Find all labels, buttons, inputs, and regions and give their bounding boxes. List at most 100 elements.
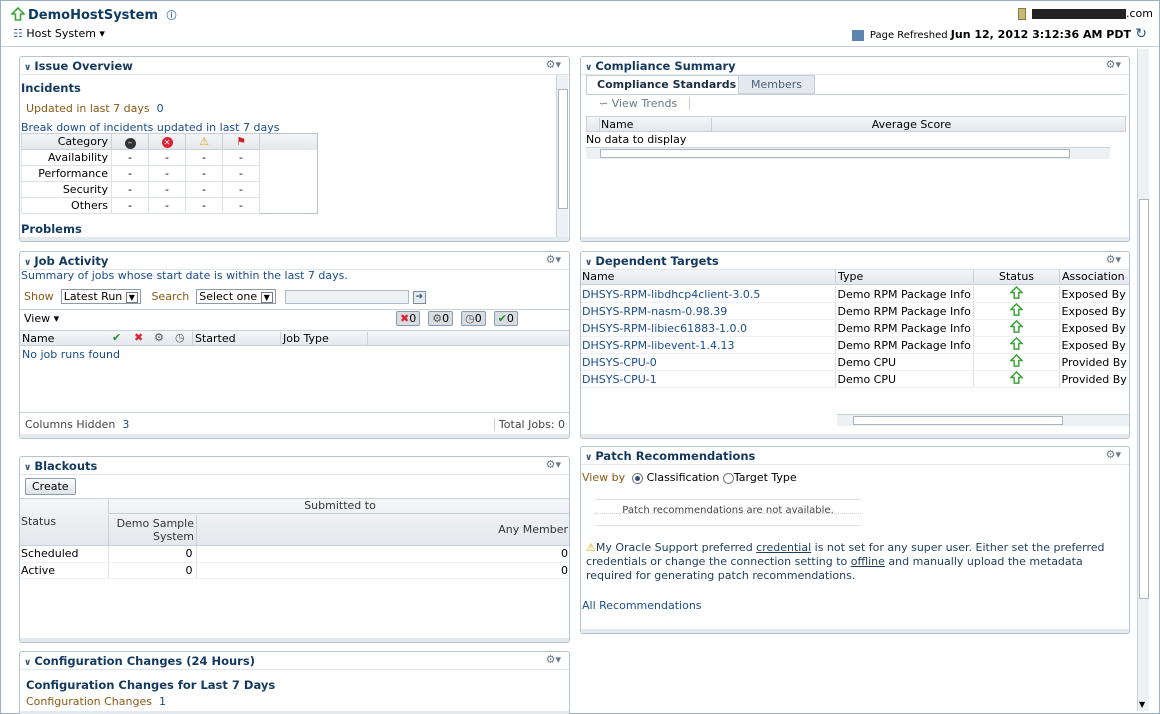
col-started[interactable]: Started xyxy=(192,332,280,345)
blackout-demo-count[interactable]: 0 xyxy=(107,546,196,563)
dependent-row[interactable]: DHSYS-CPU-0 Demo CPU Provided By xyxy=(581,353,1129,371)
search-select[interactable]: Select one ▼ xyxy=(196,289,276,304)
target-name-link[interactable]: DHSYS-CPU-1 xyxy=(581,370,835,388)
blackout-any-count[interactable]: 0 xyxy=(195,562,569,579)
page-title[interactable]: DemoHostSystem ⓘ xyxy=(28,7,177,23)
col-status[interactable]: Status xyxy=(21,515,56,528)
col-job-type[interactable]: Job Type xyxy=(280,332,368,345)
offline-link[interactable]: offline xyxy=(851,555,885,568)
col-demo-sample-system[interactable]: Demo Sample System xyxy=(108,515,196,547)
success-count-button[interactable]: ✔0 xyxy=(493,311,518,326)
flag-icon: ⚑ xyxy=(222,133,260,150)
updated-count[interactable]: 0 xyxy=(157,102,164,115)
status-up-icon[interactable] xyxy=(972,353,1059,371)
incident-count[interactable]: - xyxy=(111,197,149,214)
config-count[interactable]: 1 xyxy=(159,695,166,708)
collapse-icon[interactable]: ∨ xyxy=(24,463,31,473)
col-type[interactable]: Type xyxy=(835,270,863,283)
incident-count[interactable]: - xyxy=(111,181,149,198)
tab-compliance-standards[interactable]: Compliance Standards xyxy=(586,75,748,94)
credential-link[interactable]: credential xyxy=(756,541,811,554)
incident-count[interactable]: - xyxy=(148,165,186,182)
job-summary: Summary of jobs whose start date is with… xyxy=(21,269,348,282)
collapse-icon[interactable]: ∨ xyxy=(585,453,592,463)
go-arrow-icon[interactable]: ➜ xyxy=(412,290,426,304)
status-up-icon[interactable] xyxy=(972,302,1059,320)
status-up-icon[interactable] xyxy=(972,319,1059,337)
incident-count[interactable]: - xyxy=(148,149,186,166)
gear-icon[interactable]: ⚙▾ xyxy=(1106,58,1121,71)
incident-count[interactable]: - xyxy=(111,149,149,166)
show-select[interactable]: Latest Run ▼ xyxy=(60,289,141,304)
search-input[interactable] xyxy=(285,290,410,304)
target-name-link[interactable]: DHSYS-CPU-0 xyxy=(581,353,835,371)
suspended-count-button[interactable]: ⚙0 xyxy=(428,311,454,326)
page-scrollbar[interactable]: ▼ xyxy=(1137,49,1149,711)
show-label: Show xyxy=(24,290,54,303)
host-system-menu[interactable]: ☷ Host System ▾ xyxy=(13,27,105,40)
blackout-any-count[interactable]: 0 xyxy=(195,546,569,563)
collapse-icon[interactable]: ∨ xyxy=(585,258,592,268)
incident-count[interactable]: - xyxy=(111,165,149,182)
col-name[interactable]: Name xyxy=(582,270,614,283)
col-name[interactable]: Name xyxy=(599,118,711,131)
incident-category: Security xyxy=(21,181,112,198)
col-average-score[interactable]: Average Score xyxy=(711,118,1111,131)
col-name[interactable]: Name xyxy=(22,332,54,345)
collapse-icon[interactable]: ∨ xyxy=(585,63,592,73)
incident-count[interactable]: - xyxy=(222,149,260,166)
col-any-member[interactable]: Any Member xyxy=(196,515,569,547)
gear-icon[interactable]: ⚙▾ xyxy=(546,253,561,266)
issue-scrollbar[interactable] xyxy=(556,75,568,237)
incident-count[interactable]: - xyxy=(185,197,223,214)
target-name-link[interactable]: DHSYS-RPM-libdhcp4client-3.0.5 xyxy=(581,286,835,303)
target-type-radio[interactable]: Target Type xyxy=(722,471,797,484)
col-status[interactable]: Status xyxy=(973,270,1059,283)
incident-count[interactable]: - xyxy=(185,149,223,166)
incident-row: Performance - - - - xyxy=(21,165,318,182)
error-count-button[interactable]: ✖0 xyxy=(396,311,421,326)
error-col-icon: ✖ xyxy=(134,331,144,344)
incident-count[interactable]: - xyxy=(148,197,186,214)
incident-count[interactable]: - xyxy=(222,165,260,182)
status-up-icon[interactable] xyxy=(972,370,1059,388)
status-up-icon[interactable] xyxy=(972,285,1059,303)
target-name-link[interactable]: DHSYS-RPM-nasm-0.98.39 xyxy=(581,302,835,320)
gear-icon[interactable]: ⚙▾ xyxy=(546,58,561,71)
gear-icon[interactable]: ⚙▾ xyxy=(1106,448,1121,461)
status-up-icon[interactable] xyxy=(972,336,1059,354)
target-name-link[interactable]: DHSYS-RPM-libiec61883-1.0.0 xyxy=(581,319,835,337)
classification-radio[interactable]: Classification xyxy=(632,471,719,484)
col-association[interactable]: Association xyxy=(1059,270,1125,283)
target-association: Exposed By xyxy=(1058,336,1129,354)
incident-count[interactable]: - xyxy=(222,181,260,198)
incident-count[interactable]: - xyxy=(185,181,223,198)
create-blackout-button[interactable]: Create xyxy=(25,478,76,495)
incident-count[interactable]: - xyxy=(222,197,260,214)
dependent-row[interactable]: DHSYS-CPU-1 Demo CPU Provided By xyxy=(581,370,1129,388)
dependent-row[interactable]: DHSYS-RPM-libiec61883-1.0.0 Demo RPM Pac… xyxy=(581,319,1129,337)
collapse-icon[interactable]: ∨ xyxy=(24,63,31,73)
incident-count[interactable]: - xyxy=(185,165,223,182)
compliance-hscroll[interactable] xyxy=(586,147,1110,159)
blackout-demo-count[interactable]: 0 xyxy=(107,562,196,579)
view-trends-button[interactable]: ∽ View Trends xyxy=(599,97,691,110)
collapse-icon[interactable]: ∨ xyxy=(24,258,31,268)
collapse-icon[interactable]: ∨ xyxy=(24,658,31,668)
critical-icon: ✕ xyxy=(148,133,186,150)
dependent-hscroll[interactable] xyxy=(837,414,1129,426)
gear-icon[interactable]: ⚙▾ xyxy=(1106,253,1121,266)
target-name-link[interactable]: DHSYS-RPM-libevent-1.4.13 xyxy=(581,336,835,354)
refresh-icon[interactable]: ↻ xyxy=(1135,26,1147,42)
dependent-row[interactable]: DHSYS-RPM-libdhcp4client-3.0.5 Demo RPM … xyxy=(581,285,1129,303)
view-menu[interactable]: View ▾ xyxy=(24,312,59,325)
info-icon[interactable]: ⓘ xyxy=(167,11,177,22)
scheduled-count-button[interactable]: ◷0 xyxy=(461,311,486,326)
gear-icon[interactable]: ⚙▾ xyxy=(546,653,561,666)
dependent-row[interactable]: DHSYS-RPM-nasm-0.98.39 Demo RPM Package … xyxy=(581,302,1129,320)
incident-count[interactable]: - xyxy=(148,181,186,198)
tab-members[interactable]: Members xyxy=(738,75,815,94)
dependent-row[interactable]: DHSYS-RPM-libevent-1.4.13 Demo RPM Packa… xyxy=(581,336,1129,354)
gear-icon[interactable]: ⚙▾ xyxy=(546,458,561,471)
all-recommendations-link[interactable]: All Recommendations xyxy=(582,599,702,612)
